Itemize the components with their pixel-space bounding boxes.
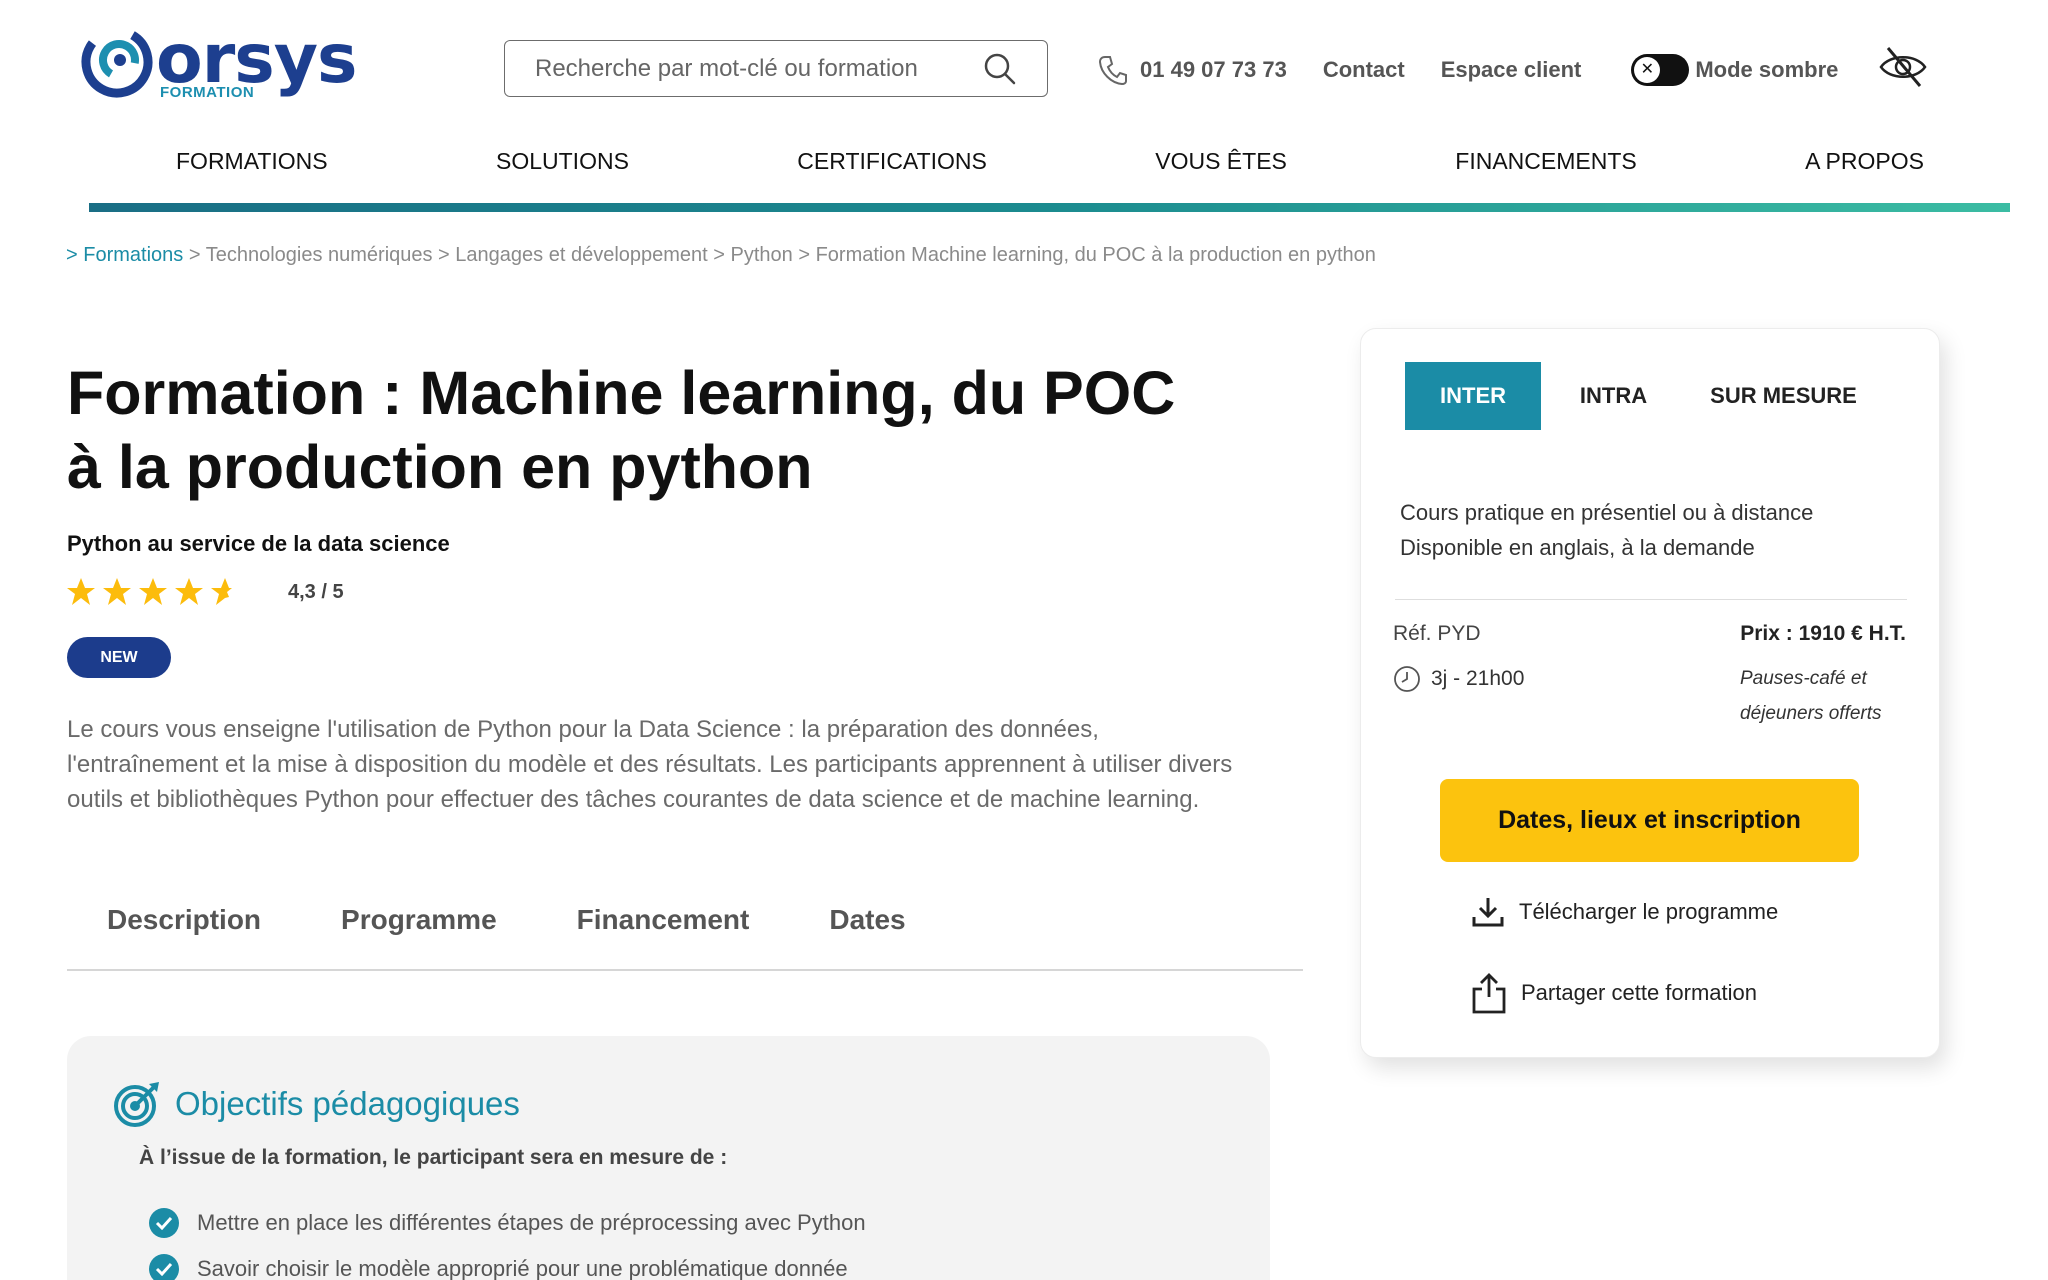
tab-description[interactable]: Description <box>107 904 261 969</box>
share-label: Partager cette formation <box>1521 980 1758 1005</box>
search-box <box>504 40 1048 97</box>
tab-financement[interactable]: Financement <box>577 904 750 969</box>
contact-link[interactable]: Contact <box>1323 57 1405 83</box>
tab-intra[interactable]: INTRA <box>1541 362 1686 430</box>
check-icon <box>149 1208 179 1238</box>
nav-gradient-bar <box>89 203 2010 212</box>
tab-programme[interactable]: Programme <box>341 904 497 969</box>
phone-number: 01 49 07 73 73 <box>1140 57 1287 82</box>
star-icon <box>67 578 95 605</box>
star-icon <box>175 578 203 605</box>
panel-info-line-1: Cours pratique en présentiel ou à distan… <box>1400 500 1814 525</box>
objectives-card: Objectifs pédagogiques À l’issue de la f… <box>67 1036 1270 1280</box>
new-badge: NEW <box>67 637 171 678</box>
download-icon <box>1472 898 1504 927</box>
course-subtitle: Python au service de la data science <box>67 531 450 556</box>
main-nav: FORMATIONS SOLUTIONS CERTIFICATIONS VOUS… <box>90 148 2010 175</box>
eye-slash-icon[interactable] <box>1878 44 1928 90</box>
nav-item-formations[interactable]: FORMATIONS <box>176 148 328 175</box>
course-reference: Réf. PYD <box>1393 622 1481 645</box>
course-price: Prix : 1910 € H.T. <box>1740 622 1906 645</box>
course-panel: INTER INTRA SUR MESURE Cours pratique en… <box>1360 328 1940 1058</box>
phone-link[interactable]: 01 49 07 73 73 <box>1098 54 1287 86</box>
phone-icon <box>1098 56 1127 86</box>
logo-swirl-icon <box>81 26 153 98</box>
share-course-button[interactable]: Partager cette formation <box>1471 971 1757 1015</box>
rating-value: 4,3 / 5 <box>288 580 344 603</box>
rating-stars <box>66 577 240 607</box>
duration-text: 3j - 21h00 <box>1431 667 1525 690</box>
toggle-switch[interactable]: ✕ <box>1631 54 1690 86</box>
top-links: 01 49 07 73 73 Contact Espace client ✕ M… <box>1098 50 1838 90</box>
objective-text: Mettre en place les différentes étapes d… <box>197 1210 866 1235</box>
search-input[interactable] <box>535 54 983 83</box>
logo-subtitle: FORMATION <box>160 84 255 101</box>
nav-item-solutions[interactable]: SOLUTIONS <box>496 148 629 175</box>
dates-inscription-button[interactable]: Dates, lieux et inscription <box>1440 779 1859 862</box>
panel-info-line-2: Disponible en anglais, à la demande <box>1400 535 1755 560</box>
objectives-intro: À l’issue de la formation, le participan… <box>139 1146 728 1169</box>
espace-client-link[interactable]: Espace client <box>1441 57 1582 83</box>
nav-item-vous-etes[interactable]: VOUS ÊTES <box>1155 148 1287 175</box>
half-star-icon <box>211 578 232 605</box>
breadcrumb: > Formations > Technologies numériques >… <box>66 244 1376 267</box>
clock-icon <box>1394 666 1420 692</box>
close-icon: ✕ <box>1634 57 1661 83</box>
nav-item-financements[interactable]: FINANCEMENTS <box>1455 148 1636 175</box>
objective-text: Savoir choisir le modèle approprié pour … <box>197 1256 848 1280</box>
dark-mode-toggle[interactable]: ✕ Mode sombre <box>1631 54 1838 86</box>
star-icon <box>139 578 167 605</box>
breadcrumb-rest[interactable]: > Technologies numériques > Langages et … <box>183 244 1376 266</box>
page-title: Formation : Machine learning, du POC à l… <box>67 359 1176 501</box>
search-icon[interactable] <box>983 52 1017 86</box>
price-note: Pauses-café et déjeuners offerts <box>1740 668 1882 724</box>
download-label: Télécharger le programme <box>1519 899 1779 924</box>
tab-dates[interactable]: Dates <box>829 904 905 969</box>
objectives-header: Objectifs pédagogiques <box>113 1080 520 1128</box>
share-icon <box>1472 973 1506 1014</box>
download-program-button[interactable]: Télécharger le programme <box>1471 895 1778 929</box>
dark-mode-label: Mode sombre <box>1695 57 1839 82</box>
panel-tabs: INTER INTRA SUR MESURE <box>1405 362 1881 430</box>
target-icon <box>114 1082 159 1127</box>
list-item: Savoir choisir le modèle approprié pour … <box>149 1254 848 1280</box>
check-icon <box>149 1254 179 1280</box>
breadcrumb-formations[interactable]: > Formations <box>66 244 183 266</box>
panel-divider <box>1395 599 1907 600</box>
orsys-logo[interactable]: orsys FORMATION <box>80 24 360 106</box>
course-duration: 3j - 21h00 <box>1393 665 1524 693</box>
rating: 4,3 / 5 <box>66 577 344 607</box>
panel-info: Cours pratique en présentiel ou à distan… <box>1400 495 1813 565</box>
course-description: Le cours vous enseigne l'utilisation de … <box>67 716 1233 813</box>
star-icon <box>103 578 131 605</box>
tab-inter[interactable]: INTER <box>1405 362 1541 430</box>
objectives-title: Objectifs pédagogiques <box>175 1085 520 1122</box>
nav-item-certifications[interactable]: CERTIFICATIONS <box>797 148 987 175</box>
tab-sur-mesure[interactable]: SUR MESURE <box>1686 362 1881 430</box>
nav-item-a-propos[interactable]: A PROPOS <box>1805 148 1924 175</box>
content-tabs: Description Programme Financement Dates <box>67 904 1303 971</box>
list-item: Mettre en place les différentes étapes d… <box>149 1208 866 1238</box>
